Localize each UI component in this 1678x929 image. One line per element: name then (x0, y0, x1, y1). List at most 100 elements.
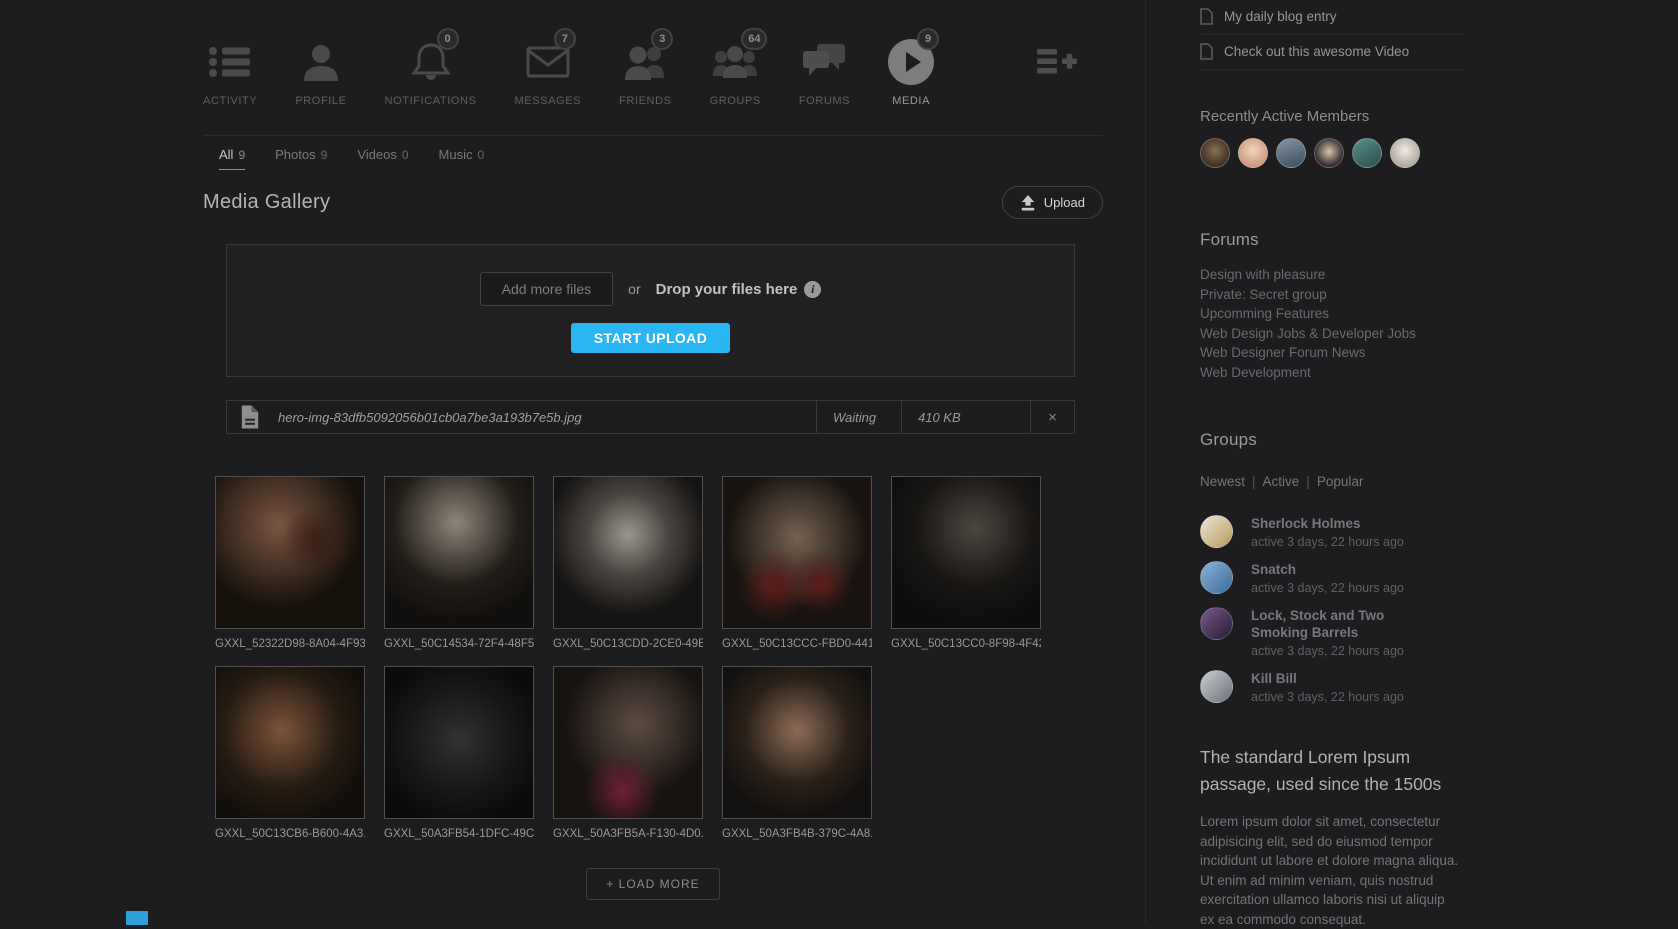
tab-count: 0 (477, 148, 484, 162)
media-item[interactable]: GXXL_50C13CCC-FBD0-441... (722, 476, 872, 650)
forum-links: Design with pleasure Private: Secret gro… (1200, 265, 1462, 382)
group-name[interactable]: Kill Bill (1251, 670, 1443, 687)
media-item[interactable]: GXXL_52322D98-8A04-4F93... (215, 476, 365, 650)
media-thumbnail[interactable] (722, 666, 872, 819)
media-thumbnail[interactable] (891, 476, 1041, 629)
filter-separator: | (1252, 474, 1256, 489)
upload-icon (1020, 194, 1036, 211)
upload-queue-row: hero-img-83dfb5092056b01cb0a7be3a193b7e5… (226, 400, 1075, 434)
tab-all[interactable]: All9 (219, 147, 245, 170)
media-thumbnail[interactable] (384, 666, 534, 819)
group-name[interactable]: Lock, Stock and Two Smoking Barrels (1251, 607, 1443, 641)
forums-heading: Forums (1200, 230, 1462, 250)
media-filename: GXXL_50C13CCC-FBD0-441... (722, 638, 872, 650)
media-thumbnail[interactable] (722, 476, 872, 629)
tab-photos[interactable]: Photos9 (275, 147, 327, 170)
nav-label: MESSAGES (515, 95, 582, 107)
group-list-item: Lock, Stock and Two Smoking Barrels acti… (1200, 607, 1462, 658)
load-more-button[interactable]: + LOAD MORE (586, 868, 719, 900)
document-icon (1200, 8, 1213, 25)
nav-label: MEDIA (892, 95, 930, 107)
media-item[interactable]: GXXL_50A3FB54-1DFC-49C... (384, 666, 534, 840)
group-list-item: Snatch active 3 days, 22 hours ago (1200, 561, 1462, 595)
media-thumbnail[interactable] (553, 666, 703, 819)
media-thumbnail[interactable] (215, 666, 365, 819)
start-upload-button[interactable]: START UPLOAD (571, 323, 730, 353)
nav-item-groups[interactable]: 64 GROUPS (710, 38, 761, 135)
filter-newest[interactable]: Newest (1200, 474, 1245, 489)
group-avatar[interactable] (1200, 607, 1233, 640)
add-new-icon[interactable] (1037, 48, 1077, 75)
media-count-badge: 9 (917, 28, 939, 50)
tab-count: 9 (238, 148, 245, 162)
friend-count-badge: 3 (651, 28, 673, 50)
media-thumbnail[interactable] (384, 476, 534, 629)
recent-post-link[interactable]: Check out this awesome Video (1200, 35, 1462, 70)
media-item[interactable]: GXXL_50A3FB4B-379C-4A8... (722, 666, 872, 840)
filter-popular[interactable]: Popular (1317, 474, 1364, 489)
group-name[interactable]: Snatch (1251, 561, 1443, 578)
nav-item-notifications[interactable]: 0 NOTIFICATIONS (385, 38, 477, 135)
recently-active-members-heading: Recently Active Members (1200, 108, 1462, 125)
media-thumbnail[interactable] (215, 476, 365, 629)
member-avatar[interactable] (1314, 138, 1344, 168)
forum-link[interactable]: Design with pleasure (1200, 265, 1462, 285)
nav-item-activity[interactable]: ACTIVITY (203, 38, 257, 135)
media-item[interactable]: GXXL_50C13CC0-8F98-4F42... (891, 476, 1041, 650)
forum-link[interactable]: Web Development (1200, 363, 1462, 383)
group-name[interactable]: Sherlock Holmes (1251, 515, 1443, 532)
group-filters: Newest|Active|Popular (1200, 474, 1462, 489)
remove-file-button[interactable]: × (1030, 401, 1074, 433)
media-item[interactable]: GXXL_50C14534-72F4-48F5... (384, 476, 534, 650)
member-avatar[interactable] (1276, 138, 1306, 168)
nav-item-profile[interactable]: PROFILE (295, 38, 346, 135)
group-list-item: Kill Bill active 3 days, 22 hours ago (1200, 670, 1462, 704)
nav-label: ACTIVITY (203, 95, 257, 107)
media-thumbnail[interactable] (553, 476, 703, 629)
member-avatar[interactable] (1352, 138, 1382, 168)
tab-count: 9 (321, 148, 328, 162)
nav-item-forums[interactable]: FORUMS (799, 38, 850, 135)
message-count-badge: 7 (554, 28, 576, 50)
media-filename: GXXL_50C13CB6-B600-4A3... (215, 828, 365, 840)
member-avatar[interactable] (1200, 138, 1230, 168)
add-more-files-button[interactable]: Add more files (480, 272, 613, 306)
group-avatar[interactable] (1200, 670, 1233, 703)
page-title: Media Gallery (203, 191, 330, 214)
media-filename: GXXL_50A3FB4B-379C-4A8... (722, 828, 872, 840)
group-activity-meta: active 3 days, 22 hours ago (1251, 690, 1443, 704)
sidebar: My daily blog entry Check out this aweso… (1145, 0, 1678, 925)
tab-videos[interactable]: Videos0 (357, 147, 408, 170)
forum-link[interactable]: Private: Secret group (1200, 285, 1462, 305)
media-item[interactable]: GXXL_50C13CDD-2CE0-49B... (553, 476, 703, 650)
nav-item-media[interactable]: 9 MEDIA (888, 38, 934, 135)
forum-link[interactable]: Web Design Jobs & Developer Jobs (1200, 324, 1462, 344)
member-nav: ACTIVITY PROFILE (203, 0, 1103, 136)
upload-button[interactable]: Upload (1002, 186, 1103, 219)
recent-post-link[interactable]: My daily blog entry (1200, 0, 1462, 35)
tab-music[interactable]: Music0 (439, 147, 485, 170)
profile-icon (301, 43, 341, 81)
group-avatar[interactable] (1200, 515, 1233, 548)
group-list: Sherlock Holmes active 3 days, 22 hours … (1200, 515, 1462, 704)
member-avatar[interactable] (1390, 138, 1420, 168)
lorem-heading: The standard Lorem Ipsum passage, used s… (1200, 744, 1446, 798)
footer-accent (126, 911, 148, 925)
info-icon[interactable]: i (804, 281, 821, 298)
media-filename: GXXL_52322D98-8A04-4F93... (215, 638, 365, 650)
forum-link[interactable]: Upcomming Features (1200, 304, 1462, 324)
filter-active[interactable]: Active (1263, 474, 1300, 489)
file-status: Waiting (816, 401, 901, 433)
forum-link[interactable]: Web Designer Forum News (1200, 343, 1462, 363)
media-item[interactable]: GXXL_50A3FB5A-F130-4D0... (553, 666, 703, 840)
media-item[interactable]: GXXL_50C13CB6-B600-4A3... (215, 666, 365, 840)
group-activity-meta: active 3 days, 22 hours ago (1251, 581, 1443, 595)
member-avatars (1200, 138, 1462, 168)
group-avatar[interactable] (1200, 561, 1233, 594)
nav-item-friends[interactable]: 3 FRIENDS (619, 38, 671, 135)
drop-files-text: Drop your files here i (656, 281, 822, 298)
nav-item-messages[interactable]: 7 MESSAGES (515, 38, 582, 135)
member-avatar[interactable] (1238, 138, 1268, 168)
upload-drop-zone[interactable]: Add more files or Drop your files here i… (226, 244, 1075, 377)
file-icon (227, 401, 273, 433)
